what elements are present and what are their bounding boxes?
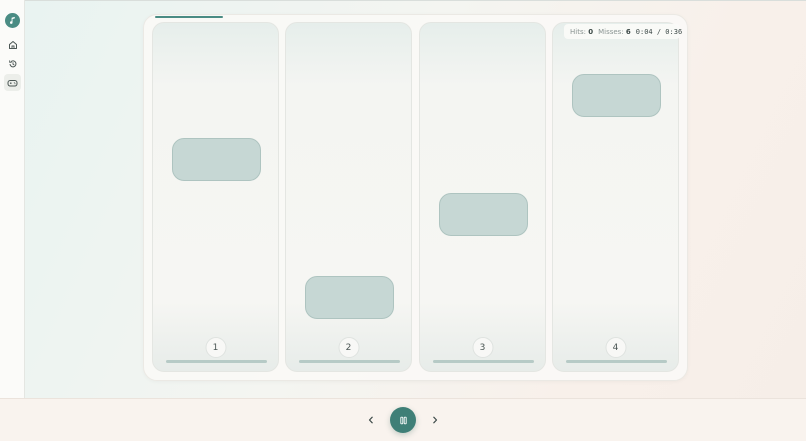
top-border bbox=[0, 0, 806, 1]
misses-value: 6 bbox=[625, 27, 631, 36]
lane-key-label: 1 bbox=[205, 337, 226, 358]
home-icon bbox=[8, 40, 17, 49]
falling-tile[interactable] bbox=[172, 138, 261, 181]
lane-4[interactable]: 4 bbox=[552, 22, 679, 372]
music-note-icon bbox=[9, 16, 15, 24]
timer: 0:04 / 0:36 bbox=[636, 28, 682, 36]
pause-icon bbox=[399, 416, 407, 424]
nav-home-button[interactable] bbox=[4, 36, 21, 53]
lane-key-label: 4 bbox=[605, 337, 626, 358]
progress-bar bbox=[155, 16, 675, 18]
hits-label: Hits: bbox=[570, 27, 586, 36]
sidebar bbox=[0, 0, 25, 398]
lane-hit-bar bbox=[299, 360, 400, 363]
misses-stat: Misses: 6 bbox=[598, 28, 631, 36]
history-icon bbox=[8, 59, 16, 67]
lane-hit-bar bbox=[433, 360, 534, 363]
previous-button[interactable] bbox=[360, 409, 382, 431]
elapsed-time: 0:04 bbox=[635, 27, 653, 36]
lane-2[interactable]: 2 bbox=[285, 22, 412, 372]
pause-button[interactable] bbox=[390, 407, 416, 433]
score-stats: Hits: 0 Misses: 6 0:04 / 0:36 bbox=[564, 24, 682, 39]
lane-hit-bar bbox=[166, 360, 267, 363]
misses-label: Misses: bbox=[598, 27, 624, 36]
total-time: 0:36 bbox=[665, 27, 683, 36]
lane-key-label: 2 bbox=[338, 337, 359, 358]
lane-1[interactable]: 1 bbox=[152, 22, 279, 372]
lane-hit-bar bbox=[566, 360, 667, 363]
lane-key-label: 3 bbox=[472, 337, 493, 358]
next-button[interactable] bbox=[424, 409, 446, 431]
time-separator: / bbox=[656, 27, 662, 36]
falling-tile[interactable] bbox=[305, 276, 394, 319]
falling-tile[interactable] bbox=[572, 74, 661, 117]
lane-3[interactable]: 3 bbox=[419, 22, 546, 372]
hits-stat: Hits: 0 bbox=[570, 28, 593, 36]
falling-tile[interactable] bbox=[439, 193, 528, 236]
chevron-right-icon bbox=[433, 416, 438, 424]
chevron-left-icon bbox=[368, 416, 373, 424]
hits-value: 0 bbox=[588, 27, 594, 36]
app-logo[interactable] bbox=[5, 13, 20, 28]
gamepad-icon bbox=[7, 79, 18, 86]
nav-games-button[interactable] bbox=[4, 74, 21, 91]
player-bar bbox=[0, 398, 806, 441]
nav-history-button[interactable] bbox=[4, 55, 21, 72]
progress-fill bbox=[155, 16, 223, 18]
